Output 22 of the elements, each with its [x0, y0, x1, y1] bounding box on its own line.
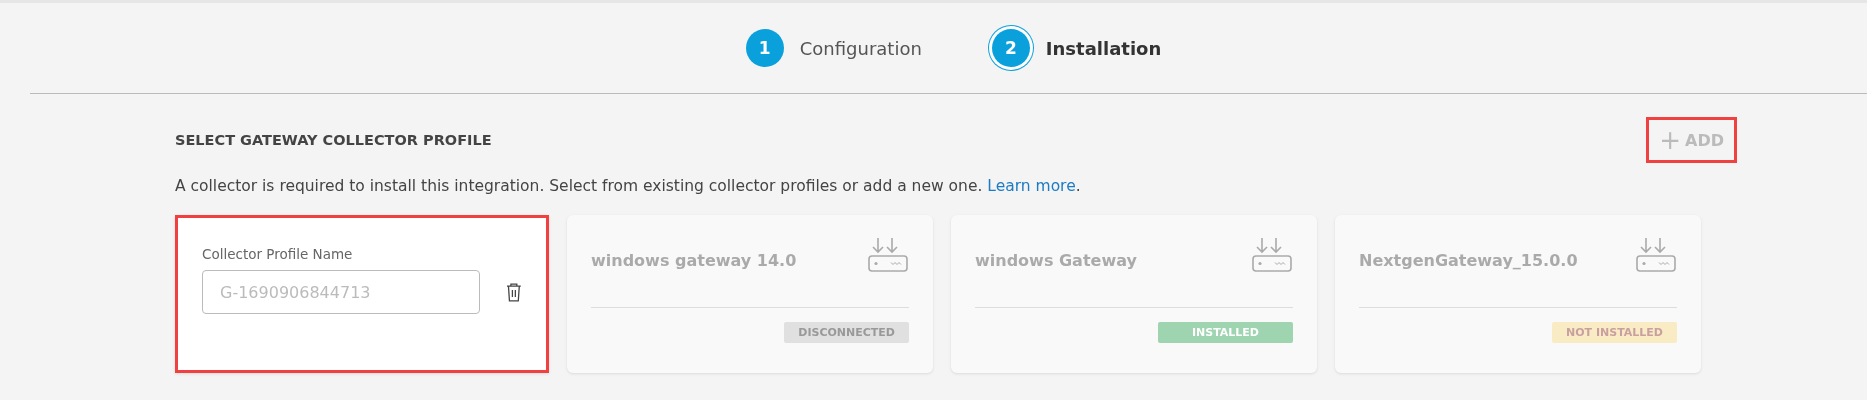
gateway-icon [1251, 237, 1293, 273]
gateway-icon [1635, 237, 1677, 273]
gateway-icon [867, 237, 909, 273]
step-label[interactable]: Installation [1045, 37, 1162, 59]
profile-card[interactable]: NextgenGateway_15.0.0 NOT INSTALLED [1335, 215, 1701, 373]
step-label[interactable]: Configuration [799, 37, 922, 59]
field-label: Collector Profile Name [202, 246, 354, 262]
status-badge: INSTALLED [1157, 322, 1293, 343]
status-badge: DISCONNECTED [784, 322, 909, 343]
profile-name-field[interactable]: G-1690906844713 [202, 270, 481, 314]
learn-more-link[interactable]: Learn more [987, 177, 1076, 195]
section-title: SELECT GATEWAY COLLECTOR PROFILE [175, 132, 492, 148]
step-number[interactable]: 1 [745, 29, 784, 67]
status-badge: NOT INSTALLED [1552, 322, 1677, 343]
description-text: A collector is required to install this integration. Select from existing collector profiles or add a new one. Learn more. [175, 177, 1082, 195]
trash-icon[interactable] [506, 282, 522, 302]
add-button[interactable]: +ADD [1646, 117, 1737, 163]
profile-card[interactable]: windows gateway 14.0 DISCONNECTED [567, 215, 933, 373]
profile-name: NextgenGateway_15.0.0 [1359, 251, 1578, 270]
profile-name: windows gateway 14.0 [591, 251, 797, 270]
profile-card[interactable]: windows Gateway INSTALLED [951, 215, 1317, 373]
profile-name: windows Gateway [975, 251, 1137, 270]
